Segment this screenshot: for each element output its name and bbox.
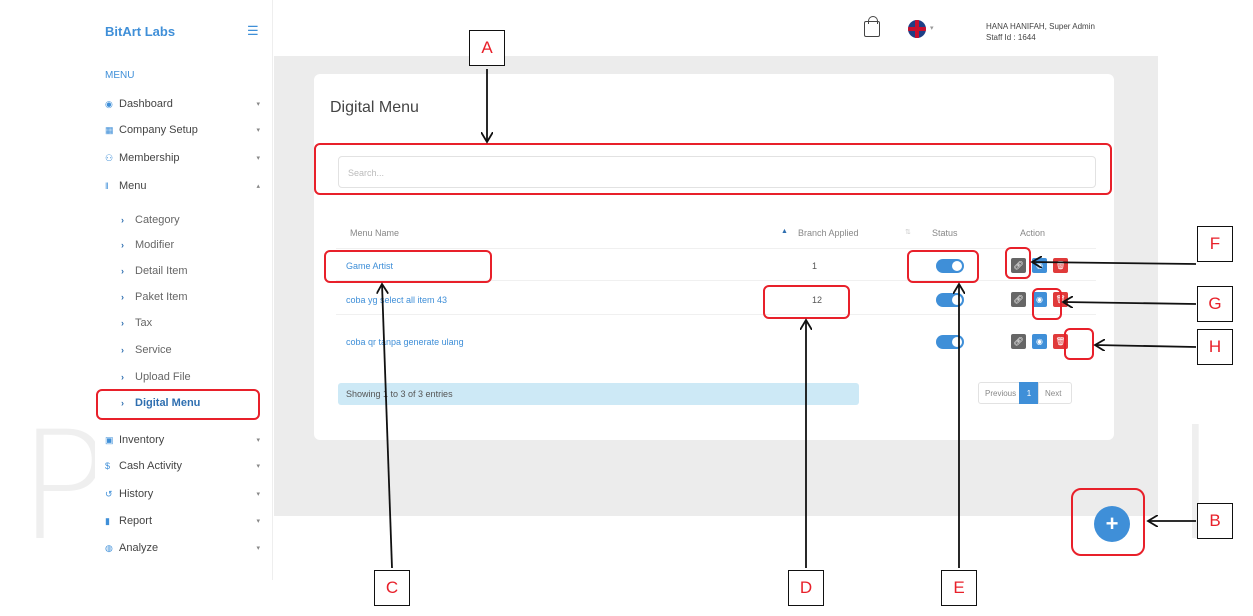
annotation-arrows [0, 69, 1197, 569]
annotation-label-d: D [788, 570, 824, 606]
annotation-label-c: C [374, 570, 410, 606]
annotation-label-e: E [941, 570, 977, 606]
annotation-label-h: H [1197, 329, 1233, 365]
root: P l BitArt Labs ☰ MENU ◉ Dashboard ▾ ▦ C… [0, 0, 1253, 616]
annotation-label-a: A [469, 30, 505, 66]
annotation-label-f: F [1197, 226, 1233, 262]
annotation-label-g: G [1197, 286, 1233, 322]
annotation-label-b: B [1197, 503, 1233, 539]
